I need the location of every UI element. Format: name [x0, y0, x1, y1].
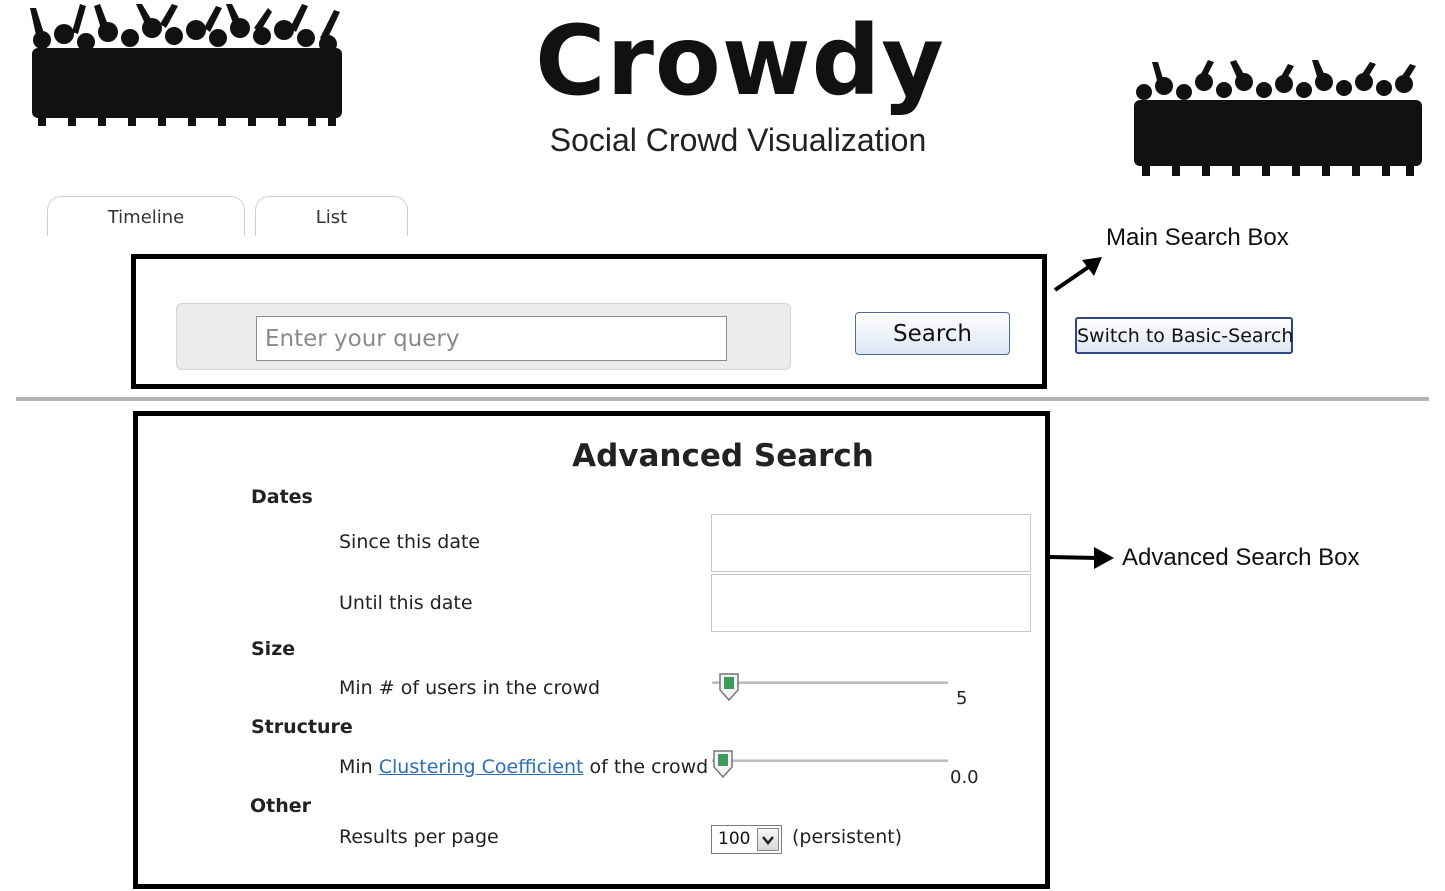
switch-to-basic-search-button[interactable]: Switch to Basic-Search: [1075, 317, 1293, 354]
select-value: 100: [718, 829, 751, 849]
search-button[interactable]: Search: [855, 312, 1010, 355]
clustering-slider[interactable]: [712, 749, 948, 779]
arrow-up-right-icon: [1053, 257, 1102, 292]
clustering-label: Min Clustering Coefficient of the crowd: [339, 756, 708, 778]
clustering-label-suffix: of the crowd: [589, 756, 709, 778]
section-structure: Structure: [251, 716, 353, 738]
clustering-label-prefix: Min: [339, 756, 373, 778]
slider-thumb-icon[interactable]: [718, 672, 740, 702]
search-input[interactable]: [256, 316, 727, 361]
min-users-value: 5: [956, 688, 968, 709]
section-other: Other: [250, 795, 312, 817]
section-dates: Dates: [251, 486, 313, 508]
chevron-down-icon: [762, 836, 774, 845]
section-size: Size: [251, 638, 296, 660]
app-logo: Crowdy: [535, 5, 945, 117]
since-date-label: Since this date: [339, 531, 481, 553]
tab-list[interactable]: List: [255, 196, 408, 236]
advanced-search-box-annotation: Advanced Search Box: [1122, 544, 1360, 571]
clustering-coefficient-link[interactable]: Clustering Coefficient: [379, 756, 584, 778]
arrow-right-icon: [1050, 547, 1114, 569]
until-date-input[interactable]: [711, 574, 1031, 632]
slider-track: [712, 681, 948, 684]
min-users-slider[interactable]: [712, 672, 948, 702]
until-date-label: Until this date: [339, 592, 473, 614]
results-per-page-select[interactable]: 100: [711, 825, 782, 854]
dropdown-button[interactable]: [757, 828, 779, 851]
main-search-box-annotation: Main Search Box: [1106, 224, 1289, 251]
min-users-label: Min # of users in the crowd: [339, 677, 601, 699]
results-per-page-label: Results per page: [339, 826, 499, 848]
advanced-search-title: Advanced Search: [572, 438, 874, 474]
section-divider: [16, 397, 1429, 401]
slider-track: [712, 759, 948, 762]
app-subtitle: Social Crowd Visualization: [549, 122, 927, 158]
slider-thumb-icon[interactable]: [712, 749, 734, 779]
since-date-input[interactable]: [711, 514, 1031, 572]
tab-timeline[interactable]: Timeline: [47, 196, 245, 236]
crowd-silhouette-left-image: [30, 4, 342, 126]
persistent-note: (persistent): [792, 826, 903, 848]
clustering-value: 0.0: [950, 767, 979, 788]
crowd-silhouette-right-image: [1134, 60, 1422, 176]
